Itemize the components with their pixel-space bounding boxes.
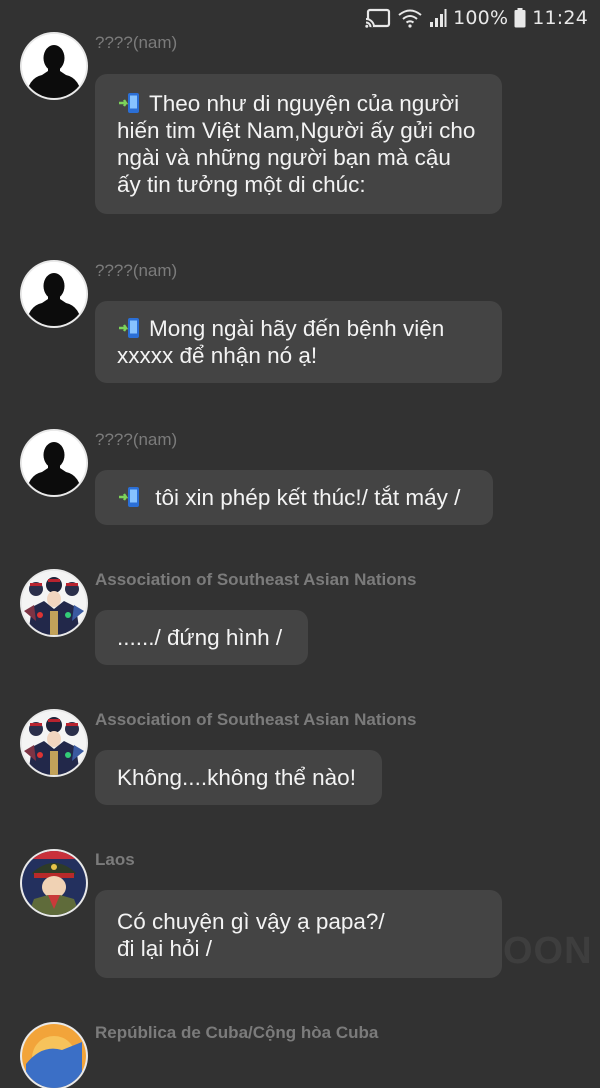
phone-call-icon bbox=[117, 487, 145, 507]
cuba-avatar[interactable] bbox=[22, 1024, 86, 1088]
battery-icon bbox=[514, 8, 526, 28]
chat-message: ????(nam) Mong ngài hãy đến bệnh viện xx… bbox=[0, 260, 600, 383]
message-text: ....../ đứng hình / bbox=[117, 625, 283, 650]
message-bubble[interactable]: Theo như di nguyện của người hiến tim Vi… bbox=[95, 74, 502, 214]
sender-name: ????(nam) bbox=[95, 430, 178, 449]
asean-avatar[interactable] bbox=[22, 571, 86, 635]
chat-message: ????(nam) tôi xin phép kết thúc!/ tắt má… bbox=[0, 429, 600, 525]
phone-call-icon bbox=[117, 93, 145, 113]
message-bubble[interactable]: tôi xin phép kết thúc!/ tắt máy / bbox=[95, 470, 493, 525]
message-text: đi lại hỏi / bbox=[117, 936, 213, 961]
sender-name: República de Cuba/Cộng hòa Cuba bbox=[95, 1023, 379, 1042]
status-bar: 100% 11:24 bbox=[0, 0, 600, 36]
clock: 11:24 bbox=[532, 7, 588, 29]
sender-name: Association of Southeast Asian Nations bbox=[95, 570, 417, 589]
message-text: Theo như di nguyện của người bbox=[149, 91, 460, 116]
sender-name: Association of Southeast Asian Nations bbox=[95, 710, 417, 729]
message-bubble[interactable]: ....../ đứng hình / bbox=[95, 610, 308, 665]
chat-feed[interactable]: ????(nam) Theo như di nguyện của người h… bbox=[0, 32, 600, 1088]
message-text: Có chuyện gì vậy ạ papa?/ bbox=[117, 909, 385, 934]
asean-avatar[interactable] bbox=[22, 711, 86, 775]
message-text: hiến tim Việt Nam,Người ấy gửi cho bbox=[117, 118, 476, 143]
silhouette-avatar[interactable] bbox=[22, 431, 86, 495]
message-text: tôi xin phép kết thúc!/ tắt máy / bbox=[149, 485, 461, 510]
chat-message: Association of Southeast Asian Nations K… bbox=[0, 709, 600, 805]
cast-icon bbox=[365, 8, 391, 28]
chat-message: República de Cuba/Cộng hòa Cuba bbox=[0, 1022, 600, 1088]
wifi-icon bbox=[397, 8, 423, 28]
silhouette-avatar[interactable] bbox=[22, 34, 86, 98]
silhouette-avatar[interactable] bbox=[22, 262, 86, 326]
sender-name: Laos bbox=[95, 850, 135, 869]
message-text: ngài và những người bạn mà cậu bbox=[117, 145, 451, 170]
message-text: ấy tin tưởng một di chúc: bbox=[117, 172, 366, 197]
message-text: Không....không thể nào! bbox=[117, 765, 356, 790]
chat-message: ????(nam) Theo như di nguyện của người h… bbox=[0, 32, 600, 214]
message-bubble[interactable]: Không....không thể nào! bbox=[95, 750, 382, 805]
battery-percent: 100% bbox=[453, 7, 509, 29]
message-bubble[interactable]: Có chuyện gì vậy ạ papa?/ đi lại hỏi / bbox=[95, 890, 502, 978]
message-text: xxxxx để nhận nó ạ! bbox=[117, 343, 318, 368]
chat-message: Association of Southeast Asian Nations .… bbox=[0, 569, 600, 665]
message-text: Mong ngài hãy đến bệnh viện bbox=[149, 316, 445, 341]
message-bubble[interactable]: Mong ngài hãy đến bệnh viện xxxxx để nhậ… bbox=[95, 301, 502, 383]
sender-name: ????(nam) bbox=[95, 33, 178, 52]
signal-icon bbox=[429, 8, 447, 28]
laos-avatar[interactable] bbox=[22, 851, 86, 915]
phone-call-icon bbox=[117, 318, 145, 338]
chat-message: Laos Có chuyện gì vậy ạ papa?/ đi lại hỏ… bbox=[0, 849, 600, 978]
sender-name: ????(nam) bbox=[95, 261, 178, 280]
